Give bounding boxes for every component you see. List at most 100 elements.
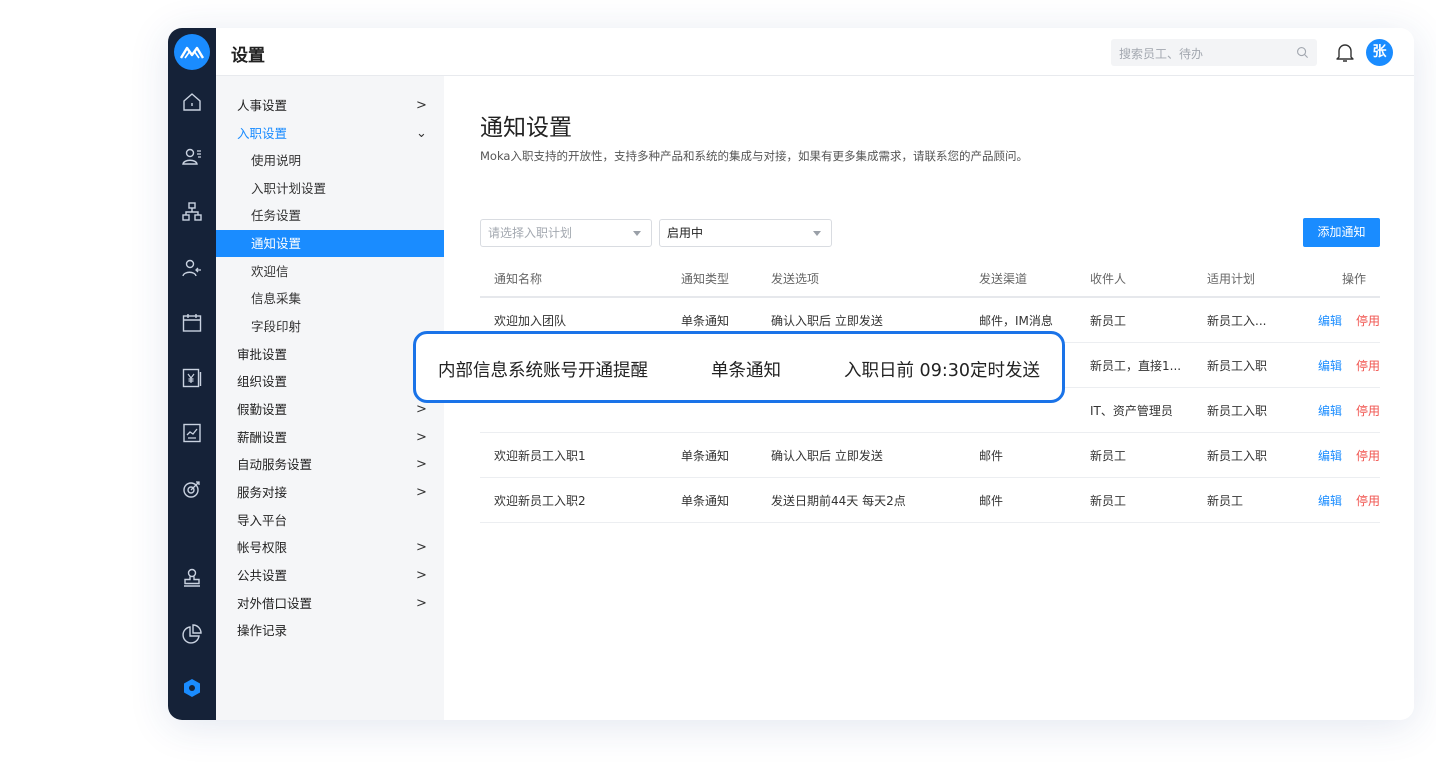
callout-type: 单条通知 xyxy=(711,361,781,381)
chevron-right-icon: > xyxy=(416,457,427,472)
menu-item-notification-settings[interactable]: 通知设置 xyxy=(216,230,444,257)
cell-actions: 编辑 停用 xyxy=(1289,432,1380,478)
plan-select[interactable]: 请选择入职计划 xyxy=(480,219,652,247)
chevron-down-icon: ⌄ xyxy=(416,126,427,141)
menu-item-task-settings[interactable]: 任务设置 xyxy=(216,202,444,229)
menu-item-org-settings[interactable]: 组织设置 xyxy=(216,368,444,395)
chevron-right-icon: > xyxy=(416,430,427,445)
settings-menu: 人事设置 > 入职设置 ⌄ 使用说明 入职计划设置 任务设置 通知设置 欢迎信 信息… xyxy=(216,76,444,720)
status-select[interactable]: 启用中 xyxy=(659,219,832,247)
calendar-icon[interactable] xyxy=(180,311,204,335)
menu-item-hr-settings[interactable]: 人事设置 > xyxy=(216,92,444,119)
chevron-right-icon: > xyxy=(416,568,427,583)
cell-plan: 新员工入... xyxy=(1193,297,1289,343)
menu-item-info-collection[interactable]: 信息采集 xyxy=(216,285,444,312)
search-icon xyxy=(1297,47,1309,59)
cell-recipient: 新员工 xyxy=(1076,297,1193,343)
moka-logo xyxy=(174,34,210,70)
header-channel: 发送渠道 xyxy=(965,260,1076,298)
cell-recipient: 新员工 xyxy=(1076,432,1193,478)
menu-item-auto-service[interactable]: 自动服务设置 > xyxy=(216,451,444,478)
cell-plan: 新员工入职 xyxy=(1193,387,1289,433)
edit-link[interactable]: 编辑 xyxy=(1318,494,1342,508)
chevron-right-icon: > xyxy=(416,485,427,500)
cell-send-option: 确认入职后 立即发送 xyxy=(757,432,965,478)
menu-item-leave-settings[interactable]: 假勤设置 > xyxy=(216,396,444,423)
edit-link[interactable]: 编辑 xyxy=(1318,314,1342,328)
plan-select-placeholder: 请选择入职计划 xyxy=(488,226,573,240)
target-icon[interactable] xyxy=(180,477,204,501)
cell-recipient: 新员工，直接1... xyxy=(1076,342,1193,388)
edit-link[interactable]: 编辑 xyxy=(1318,359,1342,373)
report-icon[interactable] xyxy=(180,421,204,445)
caret-down-icon xyxy=(813,231,821,236)
settings-hexagon-icon[interactable] xyxy=(180,676,204,700)
home-icon[interactable] xyxy=(180,90,204,114)
avatar[interactable]: 张 xyxy=(1366,39,1393,66)
pie-chart-icon[interactable] xyxy=(180,622,204,646)
menu-item-onboarding-settings[interactable]: 入职设置 ⌄ xyxy=(216,120,444,147)
stamp-icon[interactable] xyxy=(180,566,204,590)
disable-link[interactable]: 停用 xyxy=(1356,314,1380,328)
search-input[interactable]: 搜索员工、待办 xyxy=(1111,39,1317,66)
cell-recipient: 新员工 xyxy=(1076,477,1193,523)
header-send-option: 发送选项 xyxy=(757,260,965,298)
menu-item-payroll-settings[interactable]: 薪酬设置 > xyxy=(216,424,444,451)
edit-link[interactable]: 编辑 xyxy=(1318,449,1342,463)
table-row: 欢迎新员工入职2 单条通知 发送日期前44天 每天2点 邮件 新员工 新员工 编… xyxy=(480,477,1380,523)
table-row: 欢迎新员工入职1 单条通知 确认入职后 立即发送 邮件 新员工 新员工入职 编辑… xyxy=(480,432,1380,478)
disable-link[interactable]: 停用 xyxy=(1356,359,1380,373)
cell-type: 单条通知 xyxy=(667,432,757,478)
header-type: 通知类型 xyxy=(667,260,757,298)
cell-name: 欢迎新员工入职2 xyxy=(480,477,667,523)
salary-icon[interactable] xyxy=(180,366,204,390)
menu-item-service-integration[interactable]: 服务对接 > xyxy=(216,479,444,506)
left-rail xyxy=(168,28,216,720)
disable-link[interactable]: 停用 xyxy=(1356,494,1380,508)
org-chart-icon[interactable] xyxy=(180,200,204,224)
callout-name: 内部信息系统账号开通提醒 xyxy=(438,361,648,381)
menu-item-import-platform[interactable]: 导入平台 xyxy=(216,507,444,534)
cell-type: 单条通知 xyxy=(667,477,757,523)
cell-actions: 编辑 停用 xyxy=(1289,477,1380,523)
cell-name: 欢迎新员工入职1 xyxy=(480,432,667,478)
menu-item-onboarding-plan[interactable]: 入职计划设置 xyxy=(216,175,444,202)
menu-item-account-permissions[interactable]: 帐号权限 > xyxy=(216,534,444,561)
chevron-right-icon: > xyxy=(416,98,427,113)
edit-link[interactable]: 编辑 xyxy=(1318,404,1342,418)
top-bar: 设置 搜索员工、待办 张 xyxy=(216,28,1414,76)
menu-item-operation-log[interactable]: 操作记录 xyxy=(216,617,444,644)
status-select-value: 启用中 xyxy=(667,226,704,240)
menu-item-field-mapping[interactable]: 字段印射 xyxy=(216,313,444,340)
cell-actions: 编辑 停用 xyxy=(1289,387,1380,433)
menu-item-usage-guide[interactable]: 使用说明 xyxy=(216,147,444,174)
header-name: 通知名称 xyxy=(480,260,667,298)
cell-plan: 新员工入职 xyxy=(1193,432,1289,478)
onboarding-icon[interactable] xyxy=(180,256,204,280)
search-placeholder: 搜索员工、待办 xyxy=(1119,47,1204,61)
callout-send-option: 入职日前 09:30定时发送 xyxy=(844,361,1040,381)
highlighted-row-callout: 内部信息系统账号开通提醒 单条通知 入职日前 09:30定时发送 xyxy=(413,331,1065,403)
cell-recipient: IT、资产管理员 xyxy=(1076,387,1193,433)
menu-item-public-settings[interactable]: 公共设置 > xyxy=(216,562,444,589)
menu-item-welcome-letter[interactable]: 欢迎信 xyxy=(216,258,444,285)
menu-item-external-api[interactable]: 对外借口设置 > xyxy=(216,590,444,617)
employees-icon[interactable] xyxy=(180,145,204,169)
cell-actions: 编辑 停用 xyxy=(1289,297,1380,343)
add-notification-button[interactable]: 添加通知 xyxy=(1303,218,1380,247)
caret-down-icon xyxy=(633,231,641,236)
cell-channel: 邮件 xyxy=(965,477,1076,523)
page-description: Moka入职支持的开放性，支持多种产品和系统的集成与对接，如果有更多集成需求，请… xyxy=(480,149,1028,163)
bell-icon[interactable] xyxy=(1334,40,1356,64)
disable-link[interactable]: 停用 xyxy=(1356,404,1380,418)
menu-item-approval-settings[interactable]: 审批设置 xyxy=(216,341,444,368)
header-recipient: 收件人 xyxy=(1076,260,1193,298)
chevron-right-icon: > xyxy=(416,540,427,555)
header-plan: 适用计划 xyxy=(1193,260,1289,298)
disable-link[interactable]: 停用 xyxy=(1356,449,1380,463)
cell-actions: 编辑 停用 xyxy=(1289,342,1380,388)
chevron-right-icon: > xyxy=(416,596,427,611)
page-title: 通知设置 xyxy=(480,115,572,141)
cell-plan: 新员工 xyxy=(1193,477,1289,523)
cell-channel: 邮件 xyxy=(965,432,1076,478)
